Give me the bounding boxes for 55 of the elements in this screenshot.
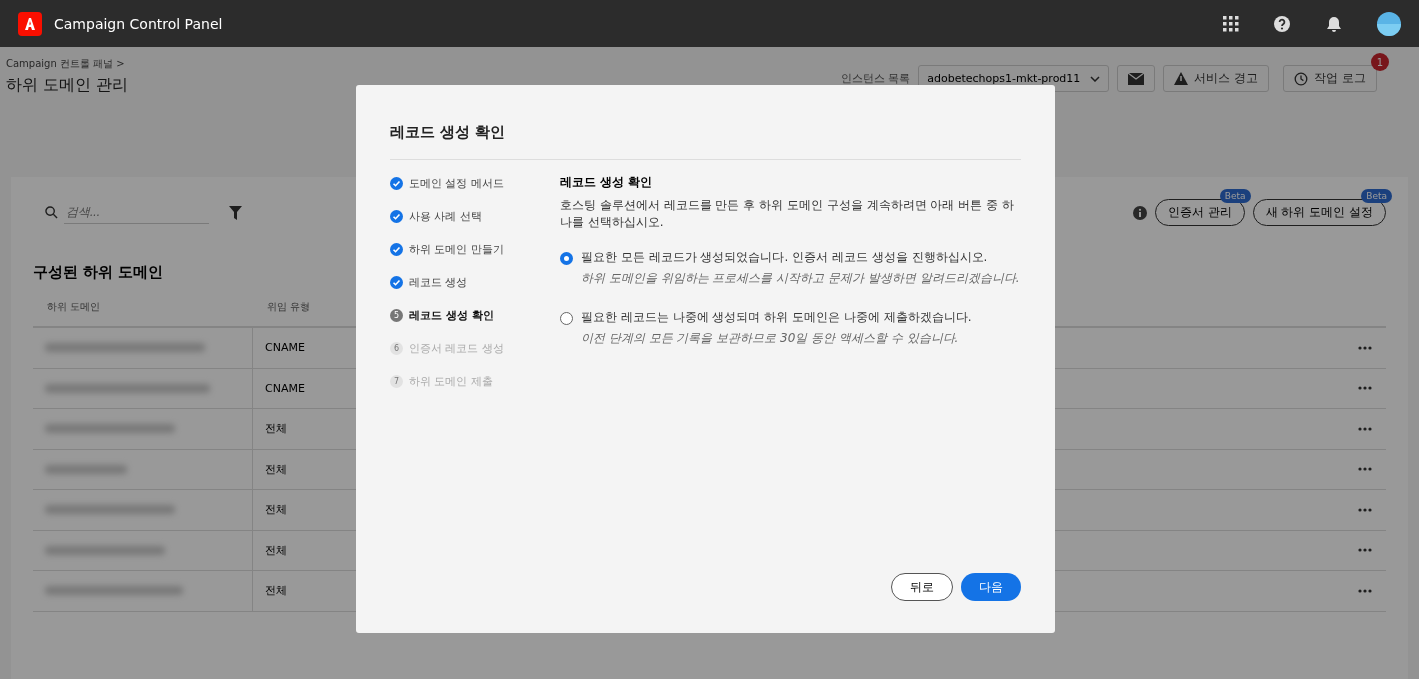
back-button[interactable]: 뒤로 [891,573,953,601]
description-text: 호스팅 솔루션에서 레코드를 만든 후 하위 도메인 구성을 계속하려면 아래 버튼 중 하나를 선택하십시오. [560,197,1015,231]
activity-log-button[interactable]: 작업 로그 [1283,65,1377,92]
more-icon[interactable] [1358,507,1372,512]
action-button[interactable]: 인증서 관리 [1154,199,1245,226]
instance-label: 인스턴스 목록 [840,71,911,86]
chevron-down-icon [1090,75,1101,82]
step-label: 레코드 생성 [409,274,468,290]
breadcrumb-link[interactable]: Campaign 컨트롤 패널 > [6,57,129,71]
search-icon [45,206,58,219]
step-number: 5 [390,308,403,322]
info-icon[interactable] [1132,205,1147,220]
more-icon[interactable] [1358,588,1372,593]
step-number: 7 [390,374,403,388]
avatar-icon[interactable] [1377,11,1401,36]
step-label: 인증서 레코드 생성 [409,340,504,356]
mail-button[interactable] [1117,65,1156,92]
apps-grid-icon[interactable] [1223,15,1239,32]
next-button[interactable]: 다음 [961,573,1021,601]
section-heading: 레코드 생성 확인 [560,174,654,191]
logo-icon [18,11,42,36]
more-icon[interactable] [1358,467,1372,472]
notification-badge: 1 [1371,53,1389,71]
history-icon [1294,71,1309,86]
step-label: 레코드 생성 확인 [409,307,494,323]
step-label: 하위 도메인 만들기 [409,241,504,257]
action-button[interactable]: 새 하위 도메인 설정 [1252,199,1386,226]
beta-badge: Beta [1361,189,1392,203]
dialog-title: 레코드 생성 확인 [390,123,1021,160]
column-header: 하위 도메인 [33,296,253,328]
page-title: 하위 도메인 관리 [6,75,129,94]
step-label: 사용 사례 선택 [409,208,482,224]
more-icon[interactable] [1358,345,1372,350]
option-hint: 하위 도메인을 위임하는 프로세스를 시작하고 문제가 발생하면 알려드리겠습니다. [581,270,1020,287]
option-hint: 이전 단계의 모든 기록을 보관하므로 30일 동안 액세스할 수 있습니다. [581,330,960,347]
help-icon[interactable] [1273,14,1291,33]
beta-badge: Beta [1219,189,1251,203]
warning-icon [1174,72,1189,85]
radio-button[interactable] [560,312,573,325]
radio-button[interactable] [560,252,573,265]
table-title: 구성된 하위 도메인 [33,263,164,281]
step-label: 도메인 설정 메서드 [409,175,504,191]
option-label[interactable]: 필요한 모든 레코드가 생성되었습니다. 인증서 레코드 생성을 진행하십시오. [581,249,1020,266]
bell-icon[interactable] [1325,14,1343,33]
more-icon[interactable] [1358,426,1372,431]
more-icon[interactable] [1358,386,1372,391]
search-field[interactable]: 검색... [64,201,209,224]
service-alerts-button[interactable]: 서비스 경고 [1163,65,1270,92]
filter-icon[interactable] [229,205,242,220]
option-label[interactable]: 필요한 레코드는 나중에 생성되며 하위 도메인은 나중에 제출하겠습니다. [581,309,972,326]
step-number: 6 [390,341,403,355]
app-title: Campaign Control Panel [54,15,224,32]
mail-icon [1128,72,1145,85]
more-icon[interactable] [1358,548,1372,553]
step-label: 하위 도메인 제출 [409,373,493,389]
